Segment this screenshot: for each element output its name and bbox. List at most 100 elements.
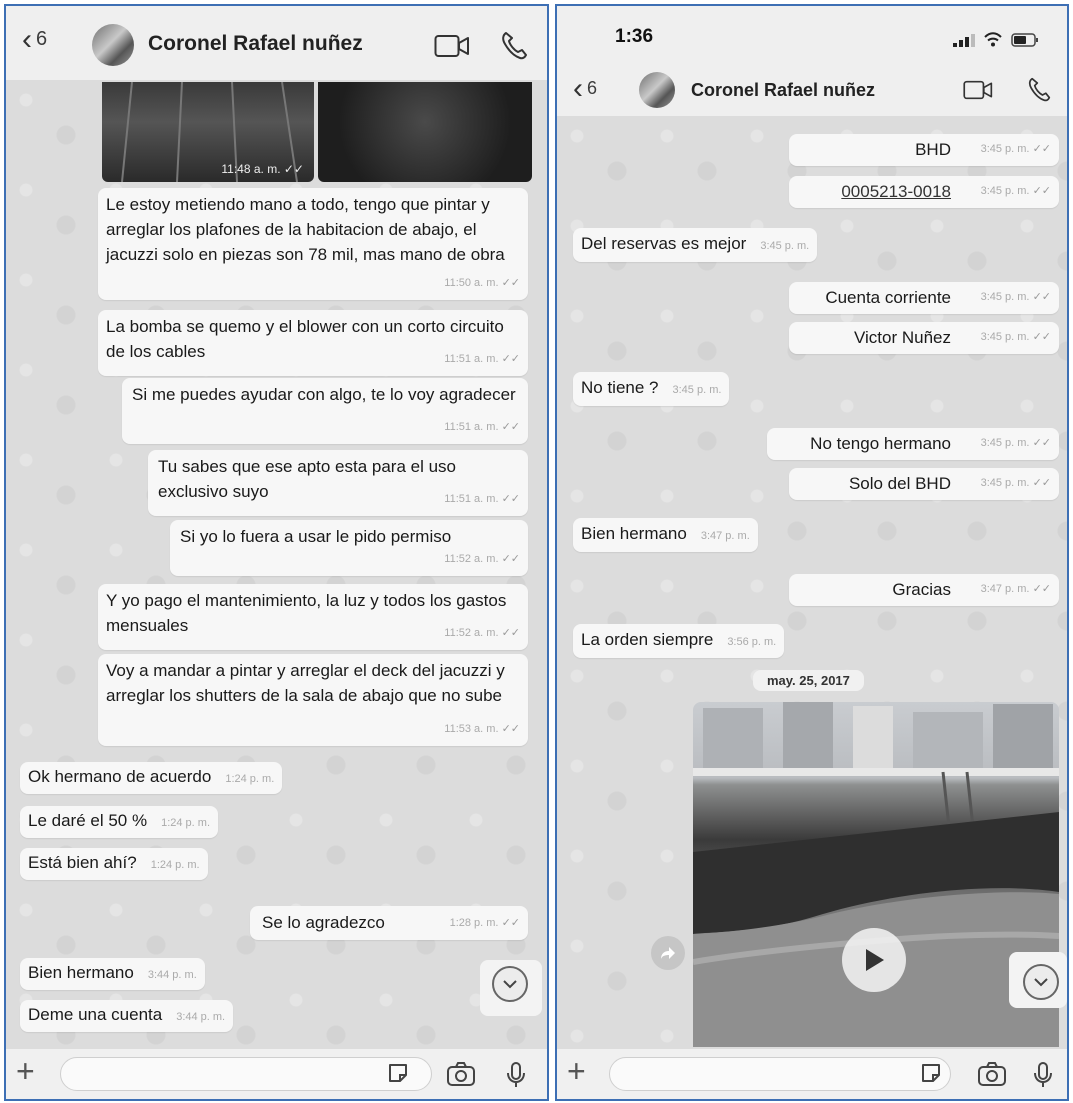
message-text: Gracias <box>892 580 951 599</box>
message-bubble[interactable]: Gracias 3:47 p. m. ✓✓ <box>789 574 1059 606</box>
chat-header: ‹ 6 Coronel Rafael nuñez <box>557 62 1067 116</box>
message-timestamp: 11:51 a. m. ✓✓ <box>444 493 520 505</box>
message-bubble[interactable]: Si yo lo fuera a usar le pido permiso 11… <box>170 520 528 576</box>
sticker-icon[interactable] <box>386 1061 410 1085</box>
message-bubble[interactable]: Tu sabes que ese apto esta para el uso e… <box>148 450 528 516</box>
back-button[interactable]: ‹ 6 <box>22 22 48 56</box>
microphone-icon[interactable] <box>506 1061 526 1089</box>
message-timestamp: 1:24 p. m. <box>150 859 200 871</box>
unread-count: 6 <box>587 78 598 98</box>
camera-icon[interactable] <box>446 1061 476 1087</box>
scroll-down-button[interactable] <box>492 966 528 1002</box>
message-timestamp: 3:45 p. m. ✓✓ <box>980 477 1051 489</box>
message-timestamp: 3:44 p. m. <box>147 969 197 981</box>
message-timestamp: 3:56 p. m. <box>727 636 777 648</box>
message-text: No tengo hermano <box>810 434 951 453</box>
message-bubble[interactable]: Está bien ahí? 1:24 p. m. <box>20 848 208 880</box>
message-timestamp: 11:50 a. m. ✓✓ <box>444 277 520 289</box>
message-text: No tiene ? <box>581 378 659 397</box>
message-timestamp: 3:45 p. m. ✓✓ <box>980 331 1051 343</box>
status-icons <box>953 32 1039 47</box>
message-timestamp: 3:45 p. m. <box>760 240 810 252</box>
message-bubble[interactable]: La orden siempre 3:56 p. m. <box>573 624 785 658</box>
message-timestamp: 11:51 a. m. ✓✓ <box>444 353 520 365</box>
message-text: Ok hermano de acuerdo <box>28 767 212 786</box>
message-timestamp: 1:24 p. m. <box>225 773 275 785</box>
contact-avatar[interactable] <box>92 24 134 66</box>
message-bubble[interactable]: 0005213-0018 3:45 p. m. ✓✓ <box>789 176 1059 208</box>
message-input[interactable] <box>60 1057 432 1091</box>
message-text: Victor Nuñez <box>853 328 951 347</box>
message-bubble[interactable]: Bien hermano 3:47 p. m. <box>573 518 758 552</box>
signal-icon <box>953 34 975 47</box>
message-text: Si me puedes ayudar con algo, te lo voy … <box>132 385 516 404</box>
message-bubble[interactable]: Y yo pago el mantenimiento, la luz y tod… <box>98 584 528 650</box>
back-chevron-icon: ‹ <box>22 22 32 56</box>
message-bubble[interactable]: Victor Nuñez 3:45 p. m. ✓✓ <box>789 322 1059 354</box>
message-text: Se lo agradezco <box>262 913 385 932</box>
forward-icon <box>661 947 675 959</box>
message-bubble[interactable]: BHD 3:45 p. m. ✓✓ <box>789 134 1059 166</box>
message-bubble[interactable]: Le estoy metiendo mano a todo, tengo que… <box>98 188 528 300</box>
image-thumbnail[interactable] <box>318 82 532 182</box>
message-bubble[interactable]: Ok hermano de acuerdo 1:24 p. m. <box>20 762 283 794</box>
message-bubble[interactable]: Se lo agradezco 1:28 p. m. ✓✓ <box>250 906 528 940</box>
message-timestamp: 3:45 p. m. <box>672 384 722 396</box>
message-bubble[interactable]: Deme una cuenta 3:44 p. m. <box>20 1000 234 1032</box>
message-bubble[interactable]: Solo del BHD 3:45 p. m. ✓✓ <box>789 468 1059 500</box>
right-chat-screenshot: 1:36 ‹ 6 Coronel Rafael nuñez BHD 3:45 p… <box>555 4 1069 1101</box>
wifi-icon <box>984 32 1002 47</box>
unread-count: 6 <box>36 28 48 50</box>
message-timestamp: 1:28 p. m. ✓✓ <box>449 917 520 929</box>
message-timestamp: 3:44 p. m. <box>176 1011 226 1023</box>
message-composer: + <box>557 1049 1067 1099</box>
status-time: 1:36 <box>615 26 654 47</box>
back-chevron-icon: ‹ <box>573 71 583 105</box>
message-bubble[interactable]: La bomba se quemo y el blower con un cor… <box>98 310 528 376</box>
message-text: La orden siempre <box>581 630 714 649</box>
plus-icon[interactable]: + <box>16 1055 35 1087</box>
message-bubble[interactable]: No tengo hermano 3:45 p. m. ✓✓ <box>767 428 1059 460</box>
video-message[interactable] <box>693 702 1059 1047</box>
message-bubble[interactable]: No tiene ? 3:45 p. m. <box>573 372 730 406</box>
pool-video-frame <box>693 702 1059 1047</box>
microphone-icon[interactable] <box>1033 1061 1053 1089</box>
message-text: Bien hermano <box>28 963 134 982</box>
message-text: Está bien ahí? <box>28 853 137 872</box>
scroll-down-icon <box>503 980 517 989</box>
forward-button[interactable] <box>651 936 685 970</box>
message-text: Le daré el 50 % <box>28 811 148 830</box>
phone-icon[interactable] <box>500 30 528 60</box>
message-bubble[interactable]: Cuenta corriente 3:45 p. m. ✓✓ <box>789 282 1059 314</box>
message-text: Si yo lo fuera a usar le pido permiso <box>180 527 452 546</box>
message-bubble[interactable]: Del reservas es mejor 3:45 p. m. <box>573 228 818 262</box>
back-button[interactable]: ‹ 6 <box>573 71 598 105</box>
contact-name[interactable]: Coronel Rafael nuñez <box>691 80 875 101</box>
message-text: Del reservas es mejor <box>581 234 747 253</box>
message-text: Voy a mandar a pintar y arreglar el deck… <box>106 661 505 705</box>
message-timestamp: 3:45 p. m. ✓✓ <box>980 143 1051 155</box>
camera-icon[interactable] <box>977 1061 1007 1087</box>
date-separator: may. 25, 2017 <box>753 670 864 691</box>
message-bubble[interactable]: Le daré el 50 % 1:24 p. m. <box>20 806 219 838</box>
plus-icon[interactable]: + <box>567 1055 586 1087</box>
message-input[interactable] <box>609 1057 951 1091</box>
play-button[interactable] <box>842 928 906 992</box>
sticker-icon[interactable] <box>919 1061 943 1085</box>
message-bubble[interactable]: Voy a mandar a pintar y arreglar el deck… <box>98 654 528 746</box>
video-call-icon[interactable] <box>963 80 993 100</box>
message-text: Cuenta corriente <box>825 288 951 307</box>
contact-avatar[interactable] <box>639 72 675 108</box>
battery-icon <box>1011 33 1038 47</box>
video-call-icon[interactable] <box>434 34 470 58</box>
chat-header: ‹ 6 Coronel Rafael nuñez <box>6 6 547 80</box>
message-bubble[interactable]: Si me puedes ayudar con algo, te lo voy … <box>122 378 528 444</box>
scroll-down-button[interactable] <box>1023 964 1059 1000</box>
phone-icon[interactable] <box>1027 76 1051 102</box>
image-thumbnail[interactable]: 11:48 a. m. ✓✓ <box>102 82 314 182</box>
message-timestamp: 11:52 a. m. ✓✓ <box>444 553 520 565</box>
message-timestamp: 3:47 p. m. ✓✓ <box>980 583 1051 595</box>
message-timestamp: 3:45 p. m. ✓✓ <box>980 291 1051 303</box>
contact-name[interactable]: Coronel Rafael nuñez <box>148 32 363 56</box>
message-bubble[interactable]: Bien hermano 3:44 p. m. <box>20 958 205 990</box>
